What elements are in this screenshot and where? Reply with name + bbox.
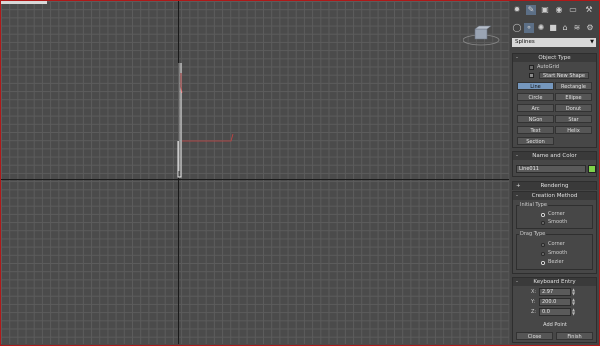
rectangle-button[interactable]: Rectangle (555, 82, 592, 90)
helpers-icon[interactable]: ⌂ (560, 23, 570, 33)
arc-button[interactable]: Arc (517, 104, 554, 112)
expand-icon: + (516, 183, 521, 189)
keyboard-entry-title: Keyboard Entry (533, 279, 576, 285)
object-type-header[interactable]: - Object Type (513, 54, 596, 62)
donut-button[interactable]: Donut (555, 104, 592, 112)
drag-smooth-label: Smooth (548, 250, 568, 256)
circle-button[interactable]: Circle (517, 93, 554, 101)
z-input[interactable]: 0.0 (539, 308, 571, 316)
close-button[interactable]: Close (516, 332, 553, 340)
chevron-down-icon: ▼ (590, 39, 594, 45)
initial-type-group: Initial Type Corner Smooth (516, 202, 593, 229)
initial-type-label: Initial Type (519, 202, 548, 208)
z-spinner-icon[interactable]: ▲ ▼ (572, 308, 576, 316)
viewcube-icon[interactable] (463, 23, 503, 47)
initial-smooth-label: Smooth (548, 219, 568, 225)
shapes-icon[interactable]: ⚬ (524, 23, 534, 33)
drag-bezier-radio[interactable] (541, 261, 545, 265)
display-tab-icon[interactable]: ▭ (568, 5, 578, 15)
utilities-tab-icon[interactable]: ⚒ (584, 5, 594, 15)
x-input[interactable]: 2.97 (539, 288, 571, 296)
section-button[interactable]: Section (517, 137, 554, 145)
space-warps-icon[interactable]: ≋ (572, 23, 582, 33)
x-label: X: (531, 289, 537, 295)
keyboard-entry-rollout: - Keyboard Entry X: 2.97 ▲ ▼ Y: 200.0 ▲ ▼ Z… (512, 277, 597, 343)
perspective-viewport[interactable] (1, 1, 509, 344)
z-label: Z: (531, 309, 537, 315)
category-dropdown-value: Splines (515, 39, 535, 45)
drag-type-group: Drag Type Corner Smooth Bezier (516, 231, 593, 270)
initial-corner-radio[interactable] (541, 213, 545, 217)
star-button[interactable]: Star (555, 115, 592, 123)
drag-corner-label: Corner (548, 241, 565, 247)
line-button[interactable]: Line (517, 82, 554, 90)
create-tab-icon[interactable]: ✎ (526, 5, 536, 15)
drag-smooth-radio[interactable] (541, 252, 545, 256)
object-color-swatch[interactable] (588, 165, 596, 173)
geometry-icon[interactable]: ◯ (512, 23, 522, 33)
text-button[interactable]: Text (517, 126, 554, 134)
x-spinner-icon[interactable]: ▲ ▼ (572, 288, 576, 296)
command-panel: ✹ ✎ ▣ ◉ ▭ ⚒ ◯ ⚬ ✺ ■ ⌂ ≋ ⚙ Splines ▼ - Obj… (510, 1, 599, 345)
command-panel-tabs: ✹ ✎ ▣ ◉ ▭ ⚒ (510, 4, 599, 16)
drag-type-label: Drag Type (519, 231, 547, 237)
rendering-header[interactable]: + Rendering (513, 182, 596, 190)
name-and-color-title: Name and Color (532, 153, 577, 159)
systems-icon[interactable]: ⚙ (585, 23, 595, 33)
creation-method-rollout: - Creation Method Initial Type Corner Smo… (512, 191, 597, 274)
add-point-button[interactable]: Add Point (535, 320, 575, 328)
create-category-icons: ◯ ⚬ ✺ ■ ⌂ ≋ ⚙ (510, 22, 599, 34)
drag-bezier-label: Bezier (548, 259, 564, 265)
name-and-color-rollout: - Name and Color Line011 (512, 151, 597, 177)
object-name-field[interactable]: Line011 (516, 165, 586, 173)
initial-corner-label: Corner (548, 211, 565, 217)
start-new-shape-button[interactable]: Start New Shape (539, 72, 589, 79)
finish-button[interactable]: Finish (556, 332, 593, 340)
start-new-shape-checkbox[interactable] (529, 73, 534, 78)
initial-smooth-radio[interactable] (541, 221, 545, 225)
collapse-icon: - (516, 193, 518, 199)
ngon-button[interactable]: NGon (517, 115, 554, 123)
y-input[interactable]: 200.0 (539, 298, 571, 306)
hierarchy-tab-icon[interactable]: ◉ (554, 5, 564, 15)
category-dropdown[interactable]: Splines ▼ (512, 38, 596, 47)
sun-icon[interactable]: ✹ (512, 5, 522, 15)
y-spinner-icon[interactable]: ▲ ▼ (572, 298, 576, 306)
creation-method-header[interactable]: - Creation Method (513, 192, 596, 200)
name-and-color-header[interactable]: - Name and Color (513, 152, 596, 160)
collapse-icon: - (516, 153, 518, 159)
object-type-title: Object Type (538, 55, 571, 61)
collapse-icon: - (516, 55, 518, 61)
helix-button[interactable]: Helix (555, 126, 592, 134)
drag-corner-radio[interactable] (541, 243, 545, 247)
autogrid-label: AutoGrid (537, 64, 560, 70)
line-spline-shape[interactable] (1, 1, 509, 344)
lights-icon[interactable]: ✺ (536, 23, 546, 33)
modify-tab-icon[interactable]: ▣ (540, 5, 550, 15)
cameras-icon[interactable]: ■ (548, 23, 558, 33)
autogrid-checkbox[interactable] (529, 65, 534, 70)
object-type-rollout: - Object Type AutoGrid Start New Shape Li… (512, 53, 597, 148)
ellipse-button[interactable]: Ellipse (555, 93, 592, 101)
y-label: Y: (531, 299, 536, 305)
rendering-rollout: + Rendering (512, 181, 597, 190)
keyboard-entry-header[interactable]: - Keyboard Entry (513, 278, 596, 286)
collapse-icon: - (516, 279, 518, 285)
rendering-title: Rendering (540, 183, 569, 189)
creation-method-title: Creation Method (531, 193, 578, 199)
